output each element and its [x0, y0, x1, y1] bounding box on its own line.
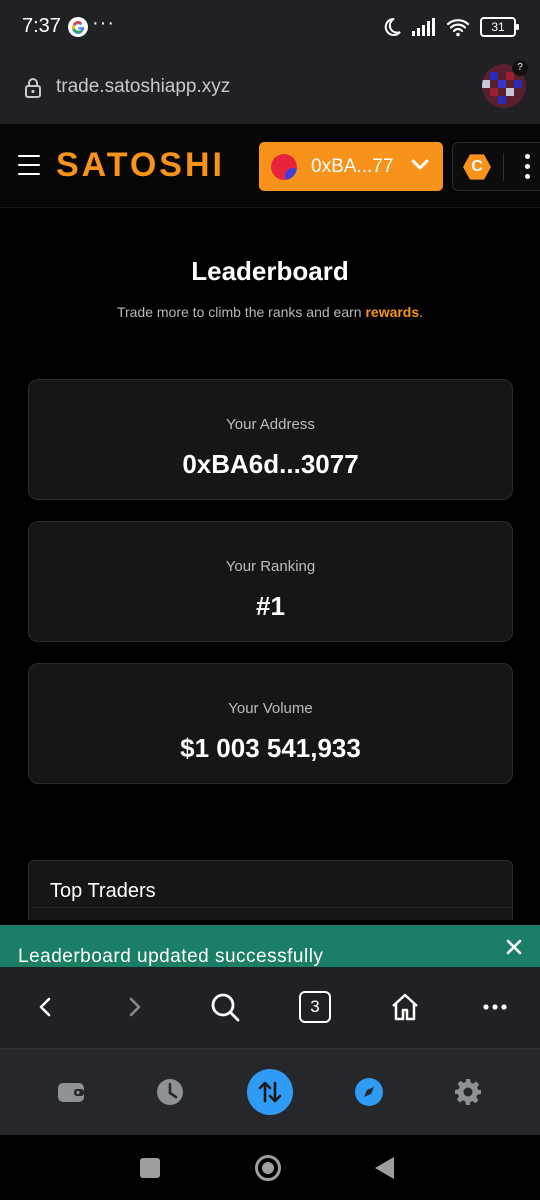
back-button[interactable] — [25, 989, 65, 1025]
close-icon[interactable] — [506, 939, 522, 955]
rewards-link[interactable]: rewards — [365, 304, 419, 320]
more-vertical-icon[interactable] — [525, 154, 530, 184]
notification-dots: ··· — [92, 12, 115, 34]
nav-explore[interactable] — [346, 1069, 392, 1115]
satoshi-logo[interactable]: SATOSHI — [56, 146, 225, 185]
search-button[interactable] — [205, 989, 245, 1025]
address-label: Your Address — [226, 416, 315, 433]
top-traders-title: Top Traders — [50, 880, 156, 902]
wallet-icon — [58, 1083, 84, 1102]
browser-menu-button[interactable] — [475, 989, 515, 1025]
chevron-down-icon — [411, 159, 429, 170]
app-bottom-nav — [0, 1049, 540, 1135]
recents-icon[interactable] — [140, 1158, 160, 1178]
chevron-right-icon — [129, 997, 141, 1017]
nav-trade[interactable] — [247, 1069, 293, 1115]
wifi-icon — [446, 19, 470, 37]
system-nav-bar — [0, 1135, 540, 1200]
more-horizontal-icon — [483, 1004, 507, 1010]
browser-toolbar: 3 — [0, 967, 540, 1049]
lock-icon[interactable] — [24, 78, 42, 98]
search-icon — [211, 993, 240, 1022]
subtitle-text: Trade more to climb the ranks and earn — [116, 304, 366, 320]
browser-url-bar[interactable]: trade.satoshiapp.xyz ? — [0, 52, 540, 124]
app-header: SATOSHI 0xBA...77 C — [0, 124, 540, 208]
coin-icon[interactable]: C — [463, 154, 491, 180]
success-toast: Leaderboard updated successfully — [0, 925, 540, 967]
chevron-left-icon — [39, 997, 51, 1017]
url-text[interactable]: trade.satoshiapp.xyz — [56, 76, 230, 98]
back-triangle-icon[interactable] — [375, 1157, 394, 1179]
moon-icon — [384, 17, 401, 36]
address-value: 0xBA6d...3077 — [182, 449, 359, 479]
address-card: Your Address 0xBA6d...3077 — [28, 379, 513, 500]
home-circle-icon[interactable] — [255, 1155, 281, 1181]
battery-icon: 31 — [480, 17, 519, 37]
nav-wallet[interactable] — [48, 1069, 94, 1115]
nav-history[interactable] — [147, 1069, 193, 1115]
gear-icon — [455, 1079, 481, 1105]
hamburger-menu-icon[interactable] — [18, 155, 40, 175]
status-bar: 7:37 ··· 31 — [0, 0, 540, 52]
nav-settings[interactable] — [445, 1069, 491, 1115]
swap-arrows-icon — [258, 1081, 282, 1103]
toast-message: Leaderboard updated successfully — [18, 946, 324, 967]
divider — [29, 907, 512, 908]
compass-icon — [355, 1078, 383, 1106]
signal-icon — [412, 18, 435, 36]
volume-label: Your Volume — [228, 700, 313, 717]
wallet-address: 0xBA...77 — [311, 155, 394, 177]
volume-value: $1 003 541,933 — [180, 733, 361, 763]
ranking-value: #1 — [256, 591, 285, 621]
home-button[interactable] — [385, 989, 425, 1025]
tab-count: 3 — [299, 991, 331, 1023]
status-time: 7:37 — [22, 15, 61, 37]
home-icon — [392, 993, 418, 1021]
google-icon — [68, 17, 88, 37]
status-icons: 31 — [382, 14, 519, 40]
coin-menu-button[interactable]: C — [452, 142, 540, 191]
top-traders-card: Top Traders — [28, 860, 513, 920]
subtitle-period: . — [419, 304, 424, 320]
avatar-badge: ? — [512, 60, 528, 76]
tabs-button[interactable]: 3 — [295, 989, 335, 1025]
wallet-avatar-icon — [271, 153, 297, 180]
ranking-label: Your Ranking — [225, 558, 316, 575]
divider — [503, 153, 504, 181]
volume-card: Your Volume $1 003 541,933 — [28, 663, 513, 784]
clock-icon — [157, 1079, 183, 1105]
page-title: Leaderboard — [191, 256, 349, 286]
page-subtitle: Trade more to climb the ranks and earn r… — [0, 304, 540, 320]
wallet-button[interactable]: 0xBA...77 — [259, 142, 443, 191]
ranking-card: Your Ranking #1 — [28, 521, 513, 642]
forward-button[interactable] — [115, 989, 155, 1025]
